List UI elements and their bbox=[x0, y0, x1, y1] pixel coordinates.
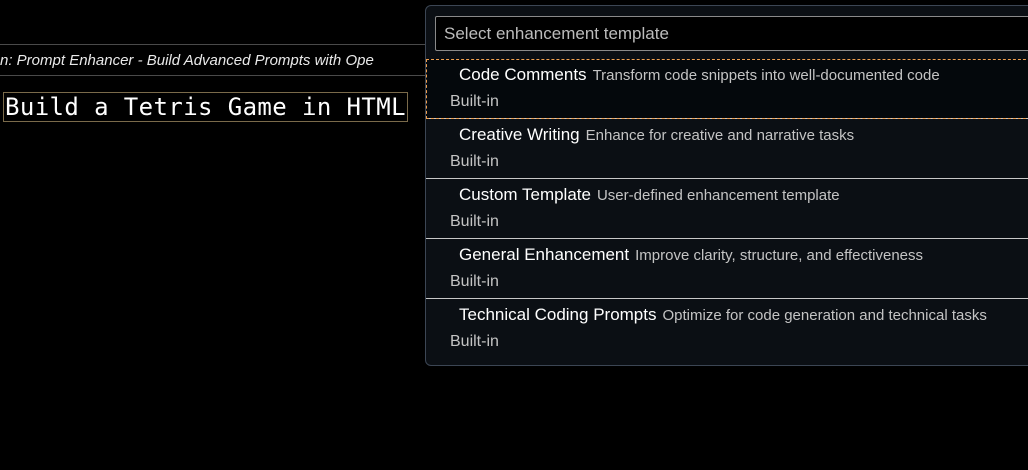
template-item-label-wrap: Creative Writing Enhance for creative and… bbox=[459, 125, 854, 145]
template-item-label: Code Comments bbox=[459, 65, 587, 84]
template-item-label: Creative Writing bbox=[459, 125, 580, 144]
template-item-technical-coding-prompts[interactable]: Technical Coding Prompts Optimize for cod… bbox=[426, 299, 1028, 359]
template-item-detail: Built-in bbox=[450, 93, 499, 110]
template-item-label-wrap: Code Comments Transform code snippets int… bbox=[459, 65, 940, 85]
template-item-description: Enhance for creative and narrative tasks bbox=[585, 127, 855, 144]
template-item-detail: Built-in bbox=[450, 153, 499, 170]
template-quick-pick: Code Comments Transform code snippets int… bbox=[425, 5, 1028, 366]
template-item-general-enhancement[interactable]: General Enhancement Improve clarity, stru… bbox=[426, 239, 1028, 299]
template-item-label-wrap: Technical Coding Prompts Optimize for cod… bbox=[459, 305, 987, 325]
template-item-description: Optimize for code generation and technic… bbox=[662, 307, 987, 324]
editor-line[interactable]: Build a Tetris Game in HTML bbox=[0, 90, 440, 126]
template-item-code-comments[interactable]: Code Comments Transform code snippets int… bbox=[426, 59, 1028, 119]
template-item-detail: Built-in bbox=[450, 213, 499, 230]
template-item-label-wrap: General Enhancement Improve clarity, stru… bbox=[459, 245, 923, 265]
template-item-creative-writing[interactable]: Creative Writing Enhance for creative and… bbox=[426, 119, 1028, 179]
template-item-custom-template[interactable]: Custom Template User-defined enhancement … bbox=[426, 179, 1028, 239]
template-item-description: User-defined enhancement template bbox=[596, 187, 840, 204]
template-item-label: Technical Coding Prompts bbox=[459, 305, 657, 324]
template-search-box[interactable] bbox=[435, 16, 1028, 51]
template-item-description: Transform code snippets into well-docume… bbox=[592, 67, 940, 84]
editor-tab-title: n: Prompt Enhancer - Build Advanced Prom… bbox=[0, 44, 440, 76]
template-item-label-wrap: Custom Template User-defined enhancement … bbox=[459, 185, 840, 205]
template-item-description: Improve clarity, structure, and effectiv… bbox=[635, 247, 924, 264]
template-list: Code Comments Transform code snippets int… bbox=[426, 59, 1028, 359]
template-item-label: Custom Template bbox=[459, 185, 591, 204]
editor-tab-title-text: n: Prompt Enhancer - Build Advanced Prom… bbox=[0, 52, 374, 69]
template-item-detail: Built-in bbox=[450, 333, 499, 350]
template-search-input[interactable] bbox=[436, 17, 1028, 50]
template-item-label: General Enhancement bbox=[459, 245, 630, 264]
template-item-detail: Built-in bbox=[450, 273, 499, 290]
selected-text[interactable]: Build a Tetris Game in HTML bbox=[3, 92, 408, 122]
